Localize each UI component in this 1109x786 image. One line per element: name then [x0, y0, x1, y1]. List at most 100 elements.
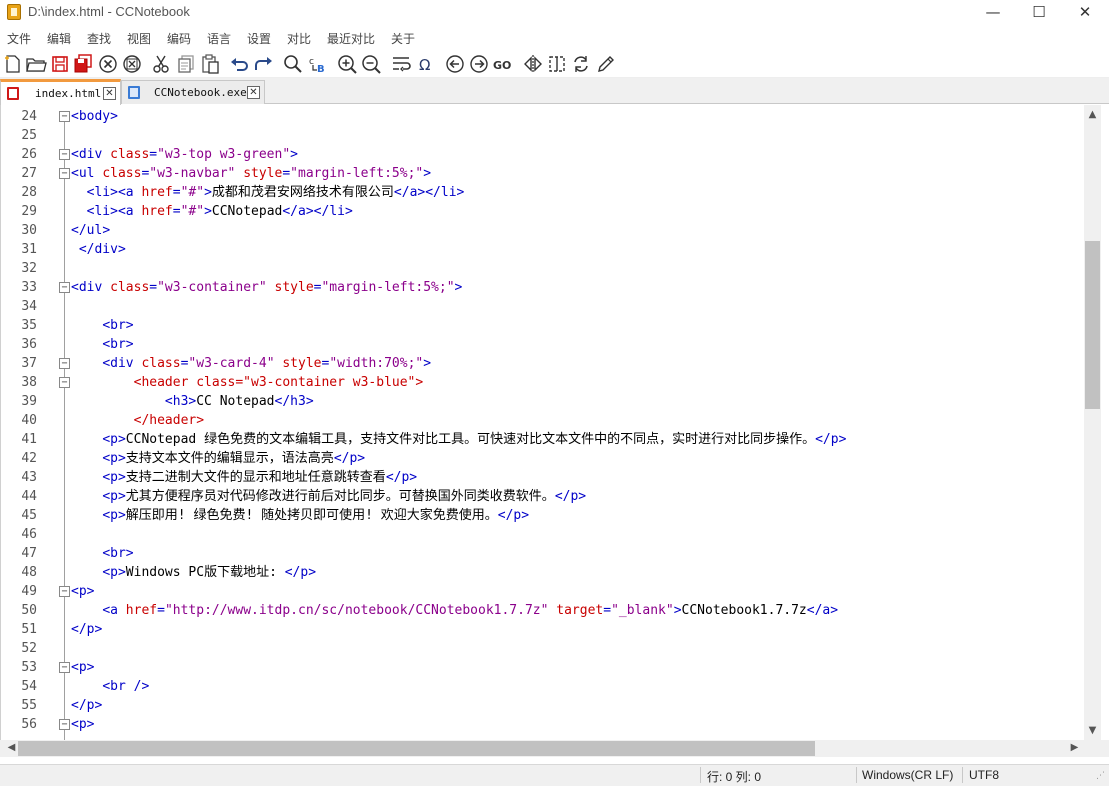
fold-toggle-icon[interactable]: −	[59, 662, 70, 673]
compare-icon[interactable]	[522, 53, 544, 75]
code-text-area[interactable]: <body> <div class="w3-top w3-green"> <ul c…	[71, 105, 1084, 741]
menu-edit[interactable]: 编辑	[47, 30, 71, 47]
menu-compare[interactable]: 对比	[287, 30, 311, 47]
maximize-button[interactable]: ☐	[1016, 0, 1062, 26]
line-ending-indicator[interactable]: Windows(CR LF)	[862, 768, 953, 782]
fold-toggle-icon[interactable]: −	[59, 168, 70, 179]
new-file-icon[interactable]	[2, 53, 24, 75]
back-icon[interactable]	[444, 53, 466, 75]
fold-toggle-icon[interactable]: −	[59, 282, 70, 293]
code-line[interactable]: <br>	[71, 316, 133, 335]
fold-toggle-icon[interactable]: −	[59, 149, 70, 160]
find-icon[interactable]	[282, 53, 304, 75]
code-line[interactable]: <p>	[71, 658, 94, 677]
code-line[interactable]: <a href="http://www.itdp.cn/sc/notebook/…	[71, 601, 838, 620]
scroll-right-icon[interactable]: ▶	[1066, 742, 1083, 753]
zoom-in-icon[interactable]	[336, 53, 358, 75]
fold-toggle-icon[interactable]: −	[59, 719, 70, 730]
code-line[interactable]: <li><a href="#">成都和茂君安网络技术有限公司</a></li>	[71, 183, 465, 202]
line-number: 25	[21, 128, 37, 143]
replace-icon[interactable]: cB	[307, 53, 329, 75]
word-wrap-icon[interactable]	[390, 53, 412, 75]
horizontal-scrollbar[interactable]: ◀ ▶	[0, 740, 1109, 757]
encoding-indicator[interactable]: UTF8	[969, 768, 999, 782]
menu-recent-compare[interactable]: 最近对比	[327, 30, 375, 47]
code-line[interactable]: <p>	[71, 582, 94, 601]
horizontal-scroll-thumb[interactable]	[18, 741, 815, 756]
close-window-button[interactable]: ✕	[1062, 0, 1108, 26]
code-line[interactable]: </ul>	[71, 221, 110, 240]
line-number: 29	[21, 204, 37, 219]
code-line[interactable]: <div class="w3-container" style="margin-…	[71, 278, 462, 297]
redo-icon[interactable]	[252, 53, 274, 75]
fold-toggle-icon[interactable]: −	[59, 586, 70, 597]
open-folder-icon[interactable]	[25, 53, 47, 75]
cut-icon[interactable]	[150, 53, 172, 75]
undo-icon[interactable]	[228, 53, 250, 75]
code-line[interactable]: <p>	[71, 715, 94, 734]
code-editor[interactable]: 24 25 26 27 28 29 30 31 32 33 34 35 36 37 38 39 40 41 42 43…	[0, 105, 1109, 741]
code-line[interactable]: <li><a href="#">CCNotepad</a></li>	[71, 202, 353, 221]
code-line[interactable]: <ul class="w3-navbar" style="margin-left…	[71, 164, 431, 183]
select-icon[interactable]	[546, 53, 568, 75]
close-icon[interactable]	[97, 53, 119, 75]
menu-file[interactable]: 文件	[7, 30, 31, 47]
line-number: 51	[21, 622, 37, 637]
code-line[interactable]: <div class="w3-card-4" style="width:70%;…	[71, 354, 431, 373]
special-char-icon[interactable]: Ω	[415, 53, 437, 75]
code-line[interactable]: <h3>CC Notepad</h3>	[71, 392, 314, 411]
menu-find[interactable]: 查找	[87, 30, 111, 47]
resize-grip-icon[interactable]: ⋰	[1096, 771, 1106, 783]
code-line[interactable]: <p>Windows PC版下载地址: </p>	[71, 563, 316, 582]
line-number: 42	[21, 451, 37, 466]
code-line[interactable]: </p>	[71, 696, 102, 715]
code-line[interactable]: <p>支持二进制大文件的显示和地址任意跳转查看</p>	[71, 468, 417, 487]
menu-language[interactable]: 语言	[207, 30, 231, 47]
code-line[interactable]: <p>CCNotepad 绿色免费的文本编辑工具，支持文件对比工具。可快速对比文…	[71, 430, 846, 449]
refresh-icon[interactable]	[570, 53, 592, 75]
minimize-button[interactable]: —	[970, 0, 1016, 26]
menu-about[interactable]: 关于	[391, 30, 415, 47]
save-all-icon[interactable]	[72, 53, 94, 75]
scroll-up-icon[interactable]: ▲	[1084, 109, 1101, 120]
code-line[interactable]: <br />	[71, 677, 149, 696]
line-number: 48	[21, 565, 37, 580]
vertical-scroll-thumb[interactable]	[1085, 241, 1100, 409]
paste-icon[interactable]	[199, 53, 221, 75]
code-line[interactable]: </div>	[71, 240, 126, 259]
code-line[interactable]: <p>解压即用! 绿色免费! 随处拷贝即可使用! 欢迎大家免费使用。</p>	[71, 506, 529, 525]
tab-close-icon[interactable]: ✕	[103, 87, 116, 100]
menu-encoding[interactable]: 编码	[167, 30, 191, 47]
forward-icon[interactable]	[468, 53, 490, 75]
code-line[interactable]: </p>	[71, 620, 102, 639]
close-all-icon[interactable]	[121, 53, 143, 75]
line-number: 54	[21, 679, 37, 694]
line-number: 55	[21, 698, 37, 713]
menu-settings[interactable]: 设置	[247, 30, 271, 47]
vertical-scrollbar[interactable]: ▲ ▼	[1084, 105, 1101, 741]
code-line[interactable]: <br>	[71, 544, 133, 563]
tab-close-icon[interactable]: ✕	[247, 86, 260, 99]
tab-ccnotebook-exe[interactable]: CCNotebook.exe ✕	[121, 80, 265, 104]
menu-view[interactable]: 视图	[127, 30, 151, 47]
tab-index-html[interactable]: index.html ✕	[0, 79, 121, 105]
edit-icon[interactable]	[595, 53, 617, 75]
code-line[interactable]: <body>	[71, 107, 118, 126]
scroll-down-icon[interactable]: ▼	[1084, 725, 1101, 736]
fold-toggle-icon[interactable]: −	[59, 377, 70, 388]
code-line[interactable]: <header class="w3-container w3-blue">	[71, 373, 424, 392]
fold-toggle-icon[interactable]: −	[59, 358, 70, 369]
zoom-out-icon[interactable]	[360, 53, 382, 75]
save-icon[interactable]	[49, 53, 71, 75]
tab-label: index.html	[35, 87, 102, 100]
svg-text:B: B	[317, 64, 325, 75]
code-line[interactable]: <p>支持文本文件的编辑显示，语法高亮</p>	[71, 449, 365, 468]
code-line[interactable]: <br>	[71, 335, 133, 354]
html-file-icon	[7, 87, 19, 100]
goto-icon[interactable]: GO	[492, 53, 514, 75]
fold-toggle-icon[interactable]: −	[59, 111, 70, 122]
copy-icon[interactable]	[175, 53, 197, 75]
code-line[interactable]: <p>尤其方便程序员对代码修改进行前后对比同步。可替换国外同类收费软件。</p>	[71, 487, 586, 506]
code-line[interactable]: </header>	[71, 411, 204, 430]
code-line[interactable]: <div class="w3-top w3-green">	[71, 145, 298, 164]
